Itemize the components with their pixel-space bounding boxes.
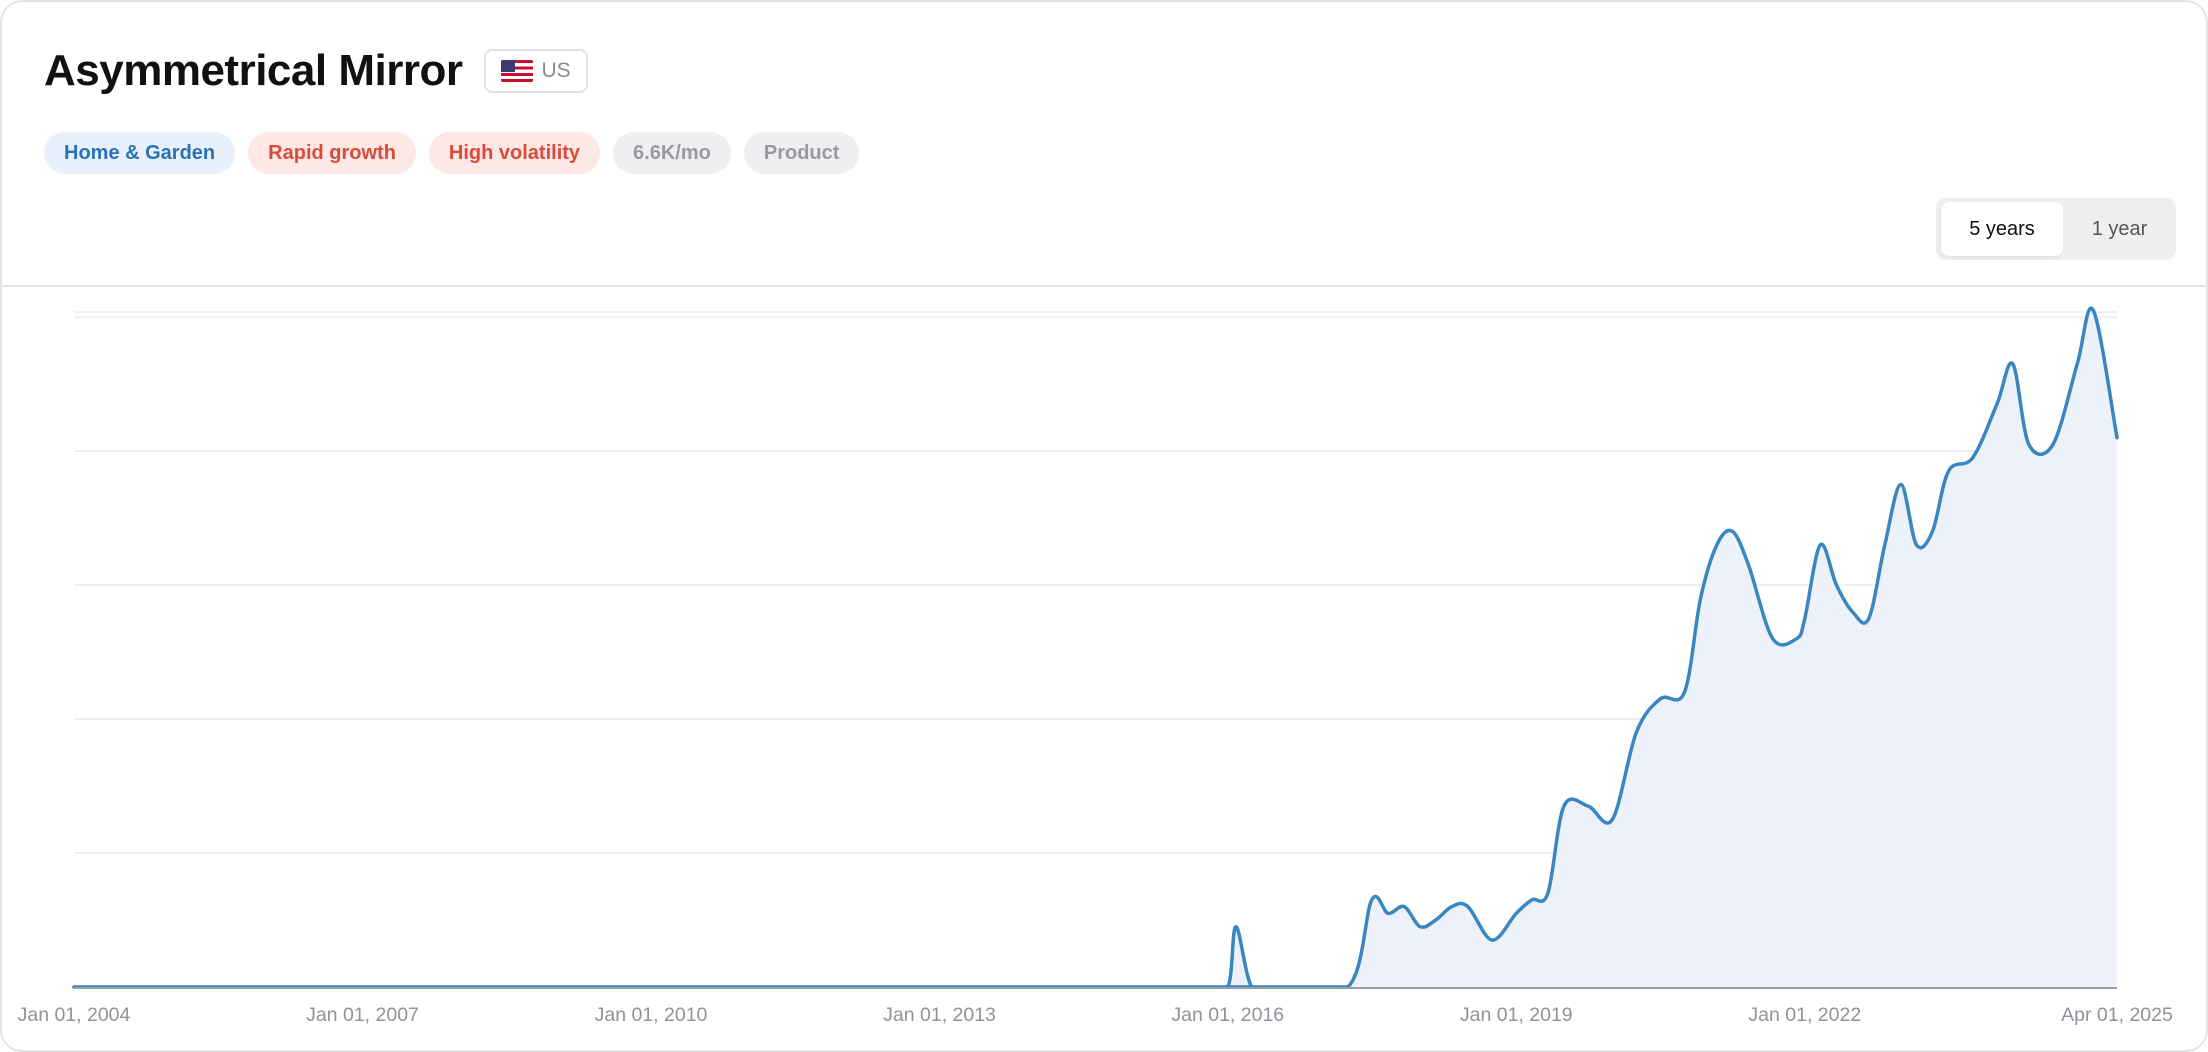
x-tick-label: Jan 01, 2019 bbox=[1460, 1004, 1573, 1026]
range-1-year-button[interactable]: 1 year bbox=[2063, 202, 2176, 256]
x-tick-label: Jan 01, 2013 bbox=[883, 1004, 996, 1026]
tag-type: Product bbox=[743, 132, 860, 174]
trend-area bbox=[74, 308, 2117, 987]
range-5-years-button[interactable]: 5 years bbox=[1941, 202, 2063, 256]
x-tick-label: Jan 01, 2016 bbox=[1171, 1004, 1284, 1026]
title-row: Asymmetrical Mirror US bbox=[44, 46, 588, 96]
x-tick-label: Jan 01, 2007 bbox=[306, 1004, 419, 1026]
trend-chart: Jan 01, 2004 Jan 01, 2007 Jan 01, 2010 Jan … bbox=[18, 306, 2173, 1026]
tag-list: Home & Garden Rapid growth High volatili… bbox=[44, 132, 860, 174]
us-flag-icon bbox=[501, 60, 534, 82]
x-tick-label: Jan 01, 2022 bbox=[1748, 1004, 1861, 1026]
chart-area: Jan 01, 2004 Jan 01, 2007 Jan 01, 2010 Jan … bbox=[2, 287, 2206, 1050]
card-header: Asymmetrical Mirror US Home & Garden Rap… bbox=[2, 2, 2206, 287]
country-code: US bbox=[541, 59, 571, 82]
tag-growth: Rapid growth bbox=[248, 132, 416, 174]
tag-volatility: High volatility bbox=[428, 132, 601, 174]
tag-volume: 6.6K/mo bbox=[613, 132, 731, 174]
x-tick-label: Apr 01, 2025 bbox=[2061, 1004, 2173, 1026]
tag-category[interactable]: Home & Garden bbox=[44, 132, 236, 174]
x-tick-label: Jan 01, 2004 bbox=[18, 1004, 131, 1026]
time-range-toggle: 5 years 1 year bbox=[1936, 198, 2176, 260]
trend-card: Asymmetrical Mirror US Home & Garden Rap… bbox=[0, 0, 2208, 1052]
country-badge: US bbox=[484, 49, 588, 93]
x-tick-label: Jan 01, 2010 bbox=[595, 1004, 708, 1026]
page-title: Asymmetrical Mirror bbox=[44, 46, 463, 95]
